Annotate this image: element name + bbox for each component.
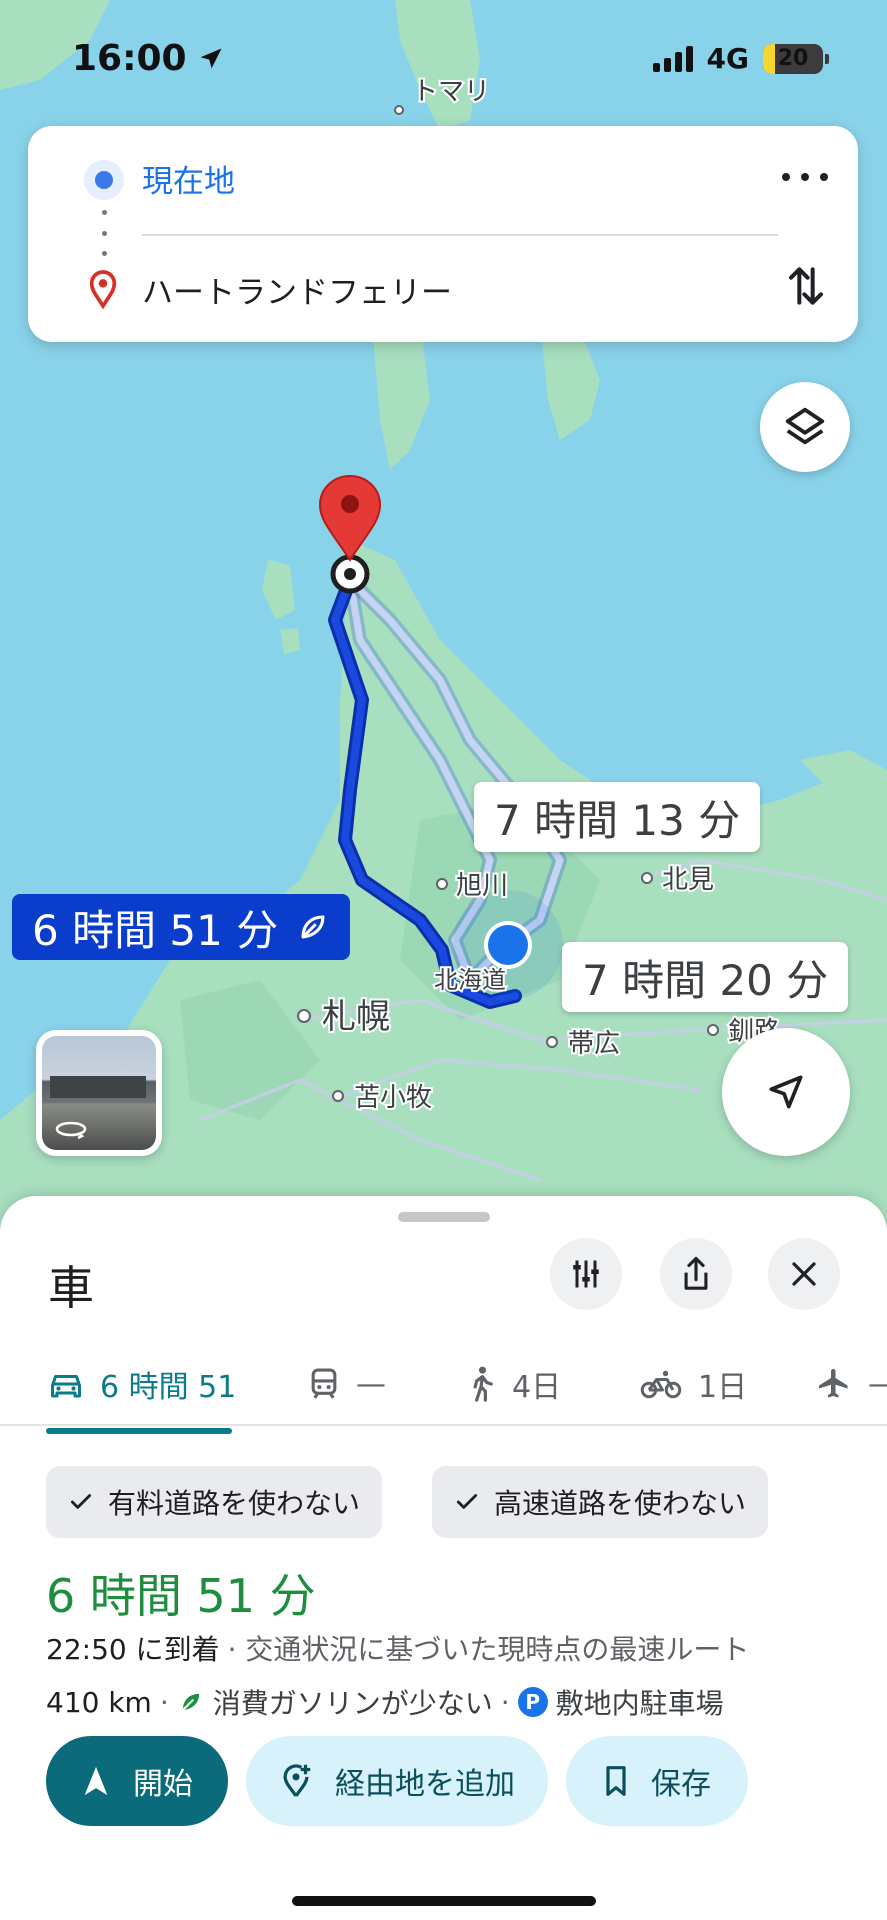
route-details: 410 km · 消費ガソリンが少ない · P 敷地内駐車場 <box>46 1682 724 1722</box>
share-button[interactable] <box>660 1238 732 1310</box>
parking-note: 敷地内駐車場 <box>555 1687 724 1720</box>
avoid-tolls-chip[interactable]: 有料道路を使わない <box>46 1466 383 1538</box>
save-button[interactable]: 保存 <box>566 1736 748 1826</box>
close-icon <box>792 1262 816 1286</box>
label-hokkaido: 北海道 <box>434 966 506 994</box>
street-view-thumbnail[interactable] <box>36 1030 162 1156</box>
signal-icon <box>652 45 693 72</box>
directions-sheet: 車 6 時間 51 — 4日 1日 — 有料道路を使わな <box>0 1196 887 1920</box>
avoid-highways-label: 高速道路を使わない <box>494 1487 747 1520</box>
route-time-alt2-text: 7 時間 20 分 <box>582 955 829 1005</box>
destination-target-center <box>344 568 356 580</box>
route-time-primary[interactable]: 6 時間 51 分 <box>12 894 351 960</box>
active-tab-indicator <box>46 1428 232 1434</box>
separator: · <box>500 1685 510 1719</box>
more-options-icon[interactable] <box>782 162 828 192</box>
travel-mode-title: 車 <box>48 1261 94 1315</box>
rotate-360-icon <box>55 1121 87 1140</box>
swap-icon[interactable] <box>786 262 826 310</box>
bike-icon <box>640 1370 682 1399</box>
destination-pin-dot <box>341 495 359 513</box>
battery-fill <box>763 43 775 74</box>
tab-transit[interactable]: — <box>308 1344 386 1424</box>
layers-icon <box>785 407 825 445</box>
route-dots-icon <box>100 210 108 256</box>
route-duration: 6 時間 51 分 <box>46 1569 316 1623</box>
status-bar: 16:00 4G 20 <box>0 0 887 120</box>
arrival-note: · 交通状況に基づいた現時点の最速ルート <box>227 1633 750 1666</box>
arrival-time: 22:50 に到着 <box>46 1633 220 1666</box>
tab-flight[interactable]: — <box>816 1344 887 1424</box>
route-options-button[interactable] <box>550 1238 622 1310</box>
walk-icon <box>473 1366 493 1402</box>
sheet-grabber[interactable] <box>398 1212 490 1222</box>
directions-card: 現在地 ハートランドフェリー <box>28 126 858 342</box>
avoid-tolls-label: 有料道路を使わない <box>108 1487 361 1520</box>
battery-level: 20 <box>777 46 809 71</box>
start-navigation-button[interactable]: 開始 <box>46 1736 228 1826</box>
label-asahikawa: 旭川 <box>456 871 508 901</box>
label-tomakomai: 苫小牧 <box>354 1083 432 1113</box>
tab-bike-label: 1日 <box>698 1370 748 1405</box>
tab-transit-label: — <box>356 1366 386 1402</box>
bookmark-icon <box>606 1766 626 1796</box>
label-kitami: 北見 <box>662 865 714 895</box>
add-stop-label: 経由地を追加 <box>335 1767 515 1802</box>
avoid-highways-chip[interactable]: 高速道路を使わない <box>432 1466 769 1538</box>
airplane-icon <box>819 1369 848 1398</box>
my-location-button[interactable] <box>722 1028 850 1156</box>
status-time: 16:00 <box>72 38 225 79</box>
train-icon <box>311 1368 337 1399</box>
route-distance: 410 km <box>46 1685 152 1719</box>
tab-bike[interactable]: 1日 <box>640 1344 747 1424</box>
tab-drive[interactable]: 6 時間 51 <box>48 1344 236 1424</box>
current-location-dot[interactable] <box>488 925 528 965</box>
travel-mode-tabs: 6 時間 51 — 4日 1日 — <box>0 1344 887 1426</box>
eco-leaf-icon <box>301 915 325 939</box>
battery-nub <box>825 53 829 64</box>
label-obihiro: 帯広 <box>568 1029 620 1059</box>
tab-walk-label: 4日 <box>512 1370 562 1405</box>
battery-icon: 20 <box>763 43 823 74</box>
route-time-primary-text: 6 時間 51 分 <box>32 905 279 955</box>
check-icon <box>456 1494 478 1509</box>
close-button[interactable] <box>768 1238 840 1310</box>
label-sapporo: 札幌 <box>322 997 390 1037</box>
eco-leaf-icon <box>181 1693 199 1711</box>
tab-drive-label: 6 時間 51 <box>100 1370 237 1405</box>
origin-field[interactable]: 現在地 <box>142 156 235 201</box>
location-arrow-icon <box>200 48 222 68</box>
tune-icon <box>573 1260 599 1288</box>
car-icon <box>51 1375 81 1398</box>
navigation-arrow-icon <box>769 1075 803 1109</box>
parking-icon: P <box>517 1687 548 1717</box>
tab-walk[interactable]: 4日 <box>466 1344 561 1424</box>
eco-note: 消費ガソリンが少ない <box>212 1687 493 1720</box>
divider <box>142 234 778 236</box>
arrival-info: 22:50 に到着 · 交通状況に基づいた現時点の最速ルート <box>46 1628 749 1668</box>
network-type: 4G <box>706 42 749 75</box>
separator: · <box>159 1685 169 1719</box>
route-time-alt2[interactable]: 7 時間 20 分 <box>562 942 849 1012</box>
destination-pin-small-icon <box>89 270 117 309</box>
home-indicator <box>292 1896 596 1906</box>
route-time-alt1-text: 7 時間 13 分 <box>494 795 741 845</box>
add-stop-button[interactable]: 経由地を追加 <box>246 1736 548 1826</box>
destination-field[interactable]: ハートランドフェリー <box>142 267 452 312</box>
status-time-text: 16:00 <box>72 38 187 79</box>
status-indicators: 4G 20 <box>652 42 829 75</box>
origin-dot-icon <box>84 160 124 200</box>
check-icon <box>70 1494 92 1509</box>
start-label: 開始 <box>133 1767 193 1802</box>
navigation-arrow-icon <box>84 1766 108 1796</box>
street-view-image <box>42 1036 156 1150</box>
route-time-alt1[interactable]: 7 時間 13 分 <box>474 782 761 852</box>
save-label: 保存 <box>651 1767 711 1802</box>
add-location-icon <box>283 1764 311 1797</box>
tab-flight-label: — <box>868 1367 887 1402</box>
layers-button[interactable] <box>760 382 850 472</box>
share-icon <box>684 1256 708 1290</box>
